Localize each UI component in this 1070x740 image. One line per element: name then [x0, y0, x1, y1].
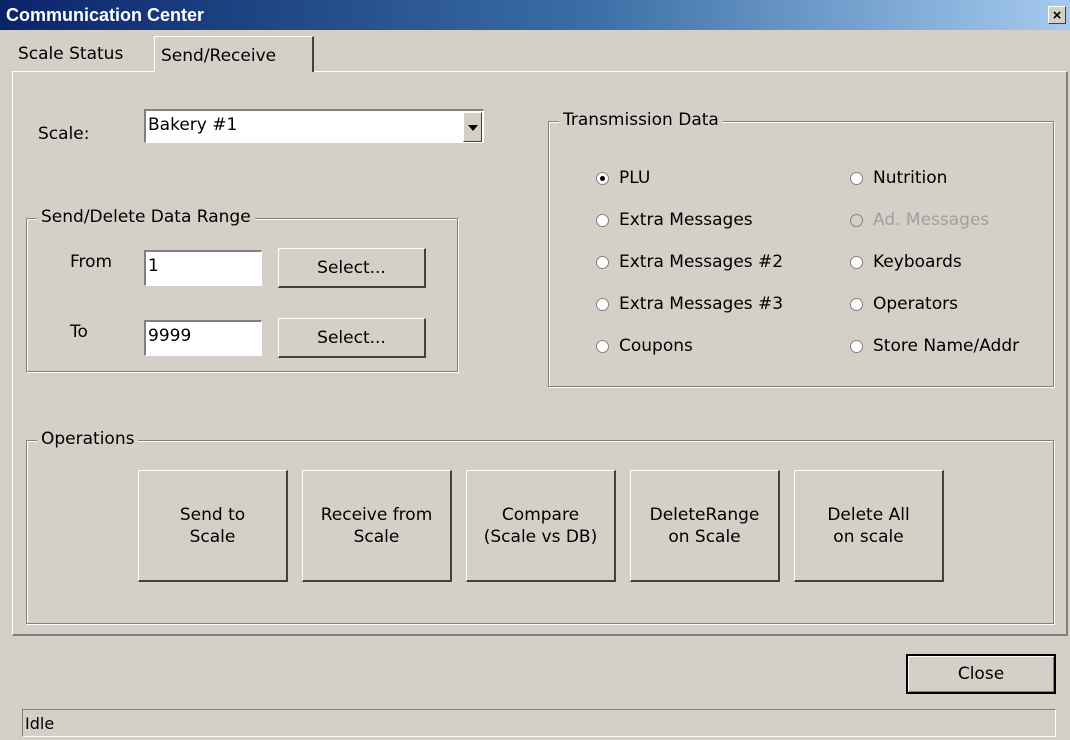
send-to-scale-button[interactable]: Send to Scale [138, 470, 288, 582]
title-bar: Communication Center × [0, 0, 1070, 30]
radio-label: Ad. Messages [873, 210, 990, 230]
radio-icon [596, 255, 609, 269]
radio-plu[interactable]: PLU [596, 168, 650, 188]
radio-extra-messages-2[interactable]: Extra Messages #2 [596, 252, 783, 272]
receive-from-scale-button[interactable]: Receive from Scale [302, 470, 452, 582]
from-select-button[interactable]: Select... [278, 248, 426, 288]
radio-label: Extra Messages #3 [619, 294, 784, 314]
radio-coupons[interactable]: Coupons [596, 336, 693, 356]
radio-icon [850, 255, 863, 269]
to-input[interactable]: 9999 [144, 320, 262, 356]
close-window-icon[interactable]: × [1048, 6, 1066, 24]
from-input[interactable]: 1 [144, 250, 262, 286]
radio-extra-messages[interactable]: Extra Messages [596, 210, 753, 230]
radio-icon [596, 339, 609, 353]
radio-extra-messages-3[interactable]: Extra Messages #3 [596, 294, 783, 314]
radio-label: Coupons [619, 336, 693, 356]
radio-icon [596, 213, 609, 227]
radio-checked-icon [596, 171, 609, 185]
from-label: From [70, 252, 113, 272]
radio-nutrition[interactable]: Nutrition [850, 168, 947, 188]
radio-label: Extra Messages [619, 210, 753, 230]
chevron-down-icon[interactable] [463, 112, 482, 142]
radio-label: Keyboards [873, 252, 962, 272]
delete-range-button[interactable]: DeleteRange on Scale [630, 470, 780, 582]
radio-label: Store Name/Addr [873, 336, 1020, 356]
radio-icon [850, 213, 863, 227]
data-range-title: Send/Delete Data Range [37, 207, 255, 227]
close-button[interactable]: Close [906, 654, 1056, 694]
to-select-button[interactable]: Select... [278, 318, 426, 358]
radio-keyboards[interactable]: Keyboards [850, 252, 962, 272]
tab-scale-status[interactable]: Scale Status [12, 40, 154, 70]
radio-icon [850, 171, 863, 185]
status-bar: Idle [22, 709, 1056, 737]
radio-label: Operators [873, 294, 958, 314]
delete-all-button[interactable]: Delete All on scale [794, 470, 944, 582]
radio-icon [850, 339, 863, 353]
radio-icon [850, 297, 863, 311]
scale-dropdown[interactable]: Bakery #1 [144, 109, 484, 143]
radio-store-name-addr[interactable]: Store Name/Addr [850, 336, 1019, 356]
compare-button[interactable]: Compare (Scale vs DB) [466, 470, 616, 582]
scale-dropdown-value: Bakery #1 [148, 115, 238, 135]
radio-ad-messages: Ad. Messages [850, 210, 989, 230]
radio-label: Extra Messages #2 [619, 252, 784, 272]
window-title: Communication Center [6, 5, 205, 25]
radio-operators[interactable]: Operators [850, 294, 958, 314]
transmission-data-title: Transmission Data [559, 110, 723, 130]
radio-icon [596, 297, 609, 311]
to-label: To [70, 322, 88, 342]
radio-label: Nutrition [873, 168, 948, 188]
tab-send-receive[interactable]: Send/Receive [154, 36, 314, 72]
radio-label: PLU [619, 168, 651, 188]
operations-title: Operations [37, 429, 139, 449]
scale-label: Scale: [38, 124, 90, 144]
